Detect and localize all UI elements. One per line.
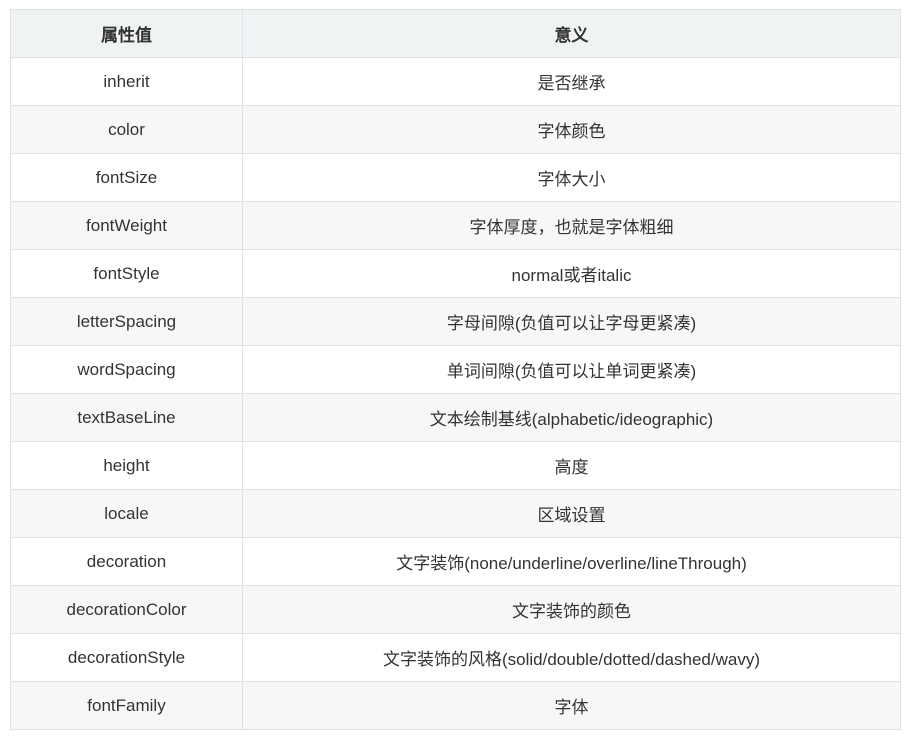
meaning-cell: 字体厚度，也就是字体粗细 — [242, 201, 901, 250]
property-table-container: 属性值 意义 inherit 是否继承 color 字体颜色 fontSize … — [10, 9, 901, 730]
header-row: 属性值 意义 — [10, 9, 901, 58]
table-row: letterSpacing 字母间隙(负值可以让字母更紧凑) — [10, 297, 901, 346]
table-row: decoration 文字装饰(none/underline/overline/… — [10, 537, 901, 586]
table-body: inherit 是否继承 color 字体颜色 fontSize 字体大小 fo… — [10, 57, 901, 730]
property-cell: decoration — [10, 537, 243, 586]
meaning-cell: 文字装饰(none/underline/overline/lineThrough… — [242, 537, 901, 586]
meaning-cell: 文本绘制基线(alphabetic/ideographic) — [242, 393, 901, 442]
table-row: fontWeight 字体厚度，也就是字体粗细 — [10, 201, 901, 250]
header-meaning: 意义 — [242, 9, 901, 58]
meaning-cell: 单词间隙(负值可以让单词更紧凑) — [242, 345, 901, 394]
property-cell: fontFamily — [10, 681, 243, 730]
table-row: decorationColor 文字装饰的颜色 — [10, 585, 901, 634]
table-header: 属性值 意义 — [10, 9, 901, 58]
property-cell: fontStyle — [10, 249, 243, 298]
property-table: 属性值 意义 inherit 是否继承 color 字体颜色 fontSize … — [10, 9, 901, 730]
meaning-cell: 区域设置 — [242, 489, 901, 538]
meaning-cell: 是否继承 — [242, 57, 901, 106]
table-row: fontFamily 字体 — [10, 681, 901, 730]
table-row: fontSize 字体大小 — [10, 153, 901, 202]
property-cell: color — [10, 105, 243, 154]
property-cell: letterSpacing — [10, 297, 243, 346]
meaning-cell: 文字装饰的颜色 — [242, 585, 901, 634]
meaning-cell: 字体 — [242, 681, 901, 730]
table-row: locale 区域设置 — [10, 489, 901, 538]
table-row: fontStyle normal或者italic — [10, 249, 901, 298]
property-cell: wordSpacing — [10, 345, 243, 394]
property-cell: decorationColor — [10, 585, 243, 634]
table-row: wordSpacing 单词间隙(负值可以让单词更紧凑) — [10, 345, 901, 394]
meaning-cell: 字体颜色 — [242, 105, 901, 154]
meaning-cell: 字母间隙(负值可以让字母更紧凑) — [242, 297, 901, 346]
meaning-cell: 高度 — [242, 441, 901, 490]
table-row: inherit 是否继承 — [10, 57, 901, 106]
property-cell: fontWeight — [10, 201, 243, 250]
property-cell: decorationStyle — [10, 633, 243, 682]
header-property-value: 属性值 — [10, 9, 243, 58]
meaning-cell: normal或者italic — [242, 249, 901, 298]
table-row: textBaseLine 文本绘制基线(alphabetic/ideograph… — [10, 393, 901, 442]
property-cell: textBaseLine — [10, 393, 243, 442]
table-row: color 字体颜色 — [10, 105, 901, 154]
table-row: height 高度 — [10, 441, 901, 490]
property-cell: inherit — [10, 57, 243, 106]
table-row: decorationStyle 文字装饰的风格(solid/double/dot… — [10, 633, 901, 682]
property-cell: height — [10, 441, 243, 490]
meaning-cell: 文字装饰的风格(solid/double/dotted/dashed/wavy) — [242, 633, 901, 682]
property-cell: locale — [10, 489, 243, 538]
meaning-cell: 字体大小 — [242, 153, 901, 202]
property-cell: fontSize — [10, 153, 243, 202]
